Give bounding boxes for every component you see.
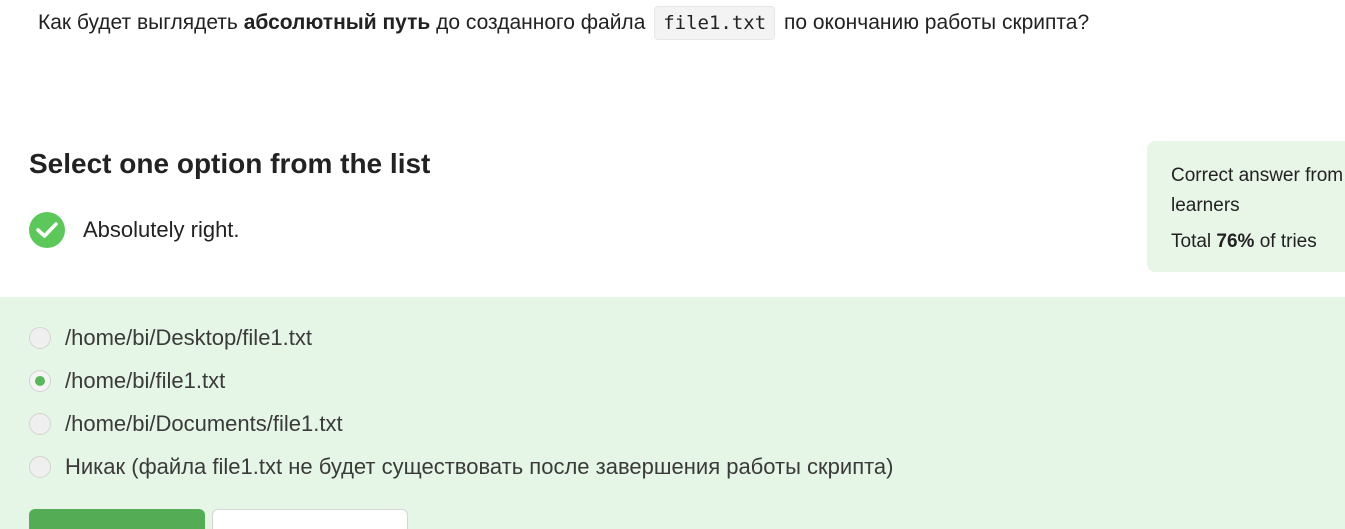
quiz-page: Как будет выглядеть абсолютный путь до с… bbox=[0, 0, 1345, 529]
radio-dot bbox=[35, 376, 45, 386]
secondary-action-button[interactable] bbox=[212, 509, 408, 529]
radio-button[interactable] bbox=[29, 327, 51, 349]
question-middle: до созданного файла bbox=[430, 11, 652, 34]
result-status: Absolutely right. bbox=[29, 212, 240, 248]
radio-button[interactable] bbox=[29, 456, 51, 478]
option-item[interactable]: Никак (файла file1.txt не будет существо… bbox=[29, 452, 894, 482]
radio-button[interactable] bbox=[29, 413, 51, 435]
result-text: Absolutely right. bbox=[83, 217, 240, 242]
stats-total-prefix: Total bbox=[1171, 231, 1217, 252]
question-text: Как будет выглядеть абсолютный путь до с… bbox=[38, 6, 1089, 40]
question-code: file1.txt bbox=[654, 6, 776, 40]
radio-button-selected[interactable] bbox=[29, 370, 51, 392]
option-item[interactable]: /home/bi/file1.txt bbox=[29, 366, 225, 396]
option-item[interactable]: /home/bi/Documents/file1.txt bbox=[29, 409, 343, 439]
stats-line2: learners bbox=[1171, 195, 1240, 216]
stats-total-suffix: of tries bbox=[1254, 231, 1317, 252]
stats-line1: Correct answer from bbox=[1171, 165, 1344, 186]
option-label: /home/bi/file1.txt bbox=[65, 368, 226, 393]
question-bold: абсолютный путь bbox=[243, 11, 431, 34]
primary-action-button[interactable] bbox=[29, 509, 205, 529]
question-suffix: по окончанию работы скрипта? bbox=[778, 11, 1090, 34]
check-circle-icon bbox=[29, 212, 65, 248]
stats-panel: Correct answer from learners Total 76% o… bbox=[1147, 141, 1345, 272]
option-label: /home/bi/Documents/file1.txt bbox=[65, 411, 343, 436]
checkmark-glyph bbox=[36, 222, 58, 238]
option-label: Никак (файла file1.txt не будет существо… bbox=[65, 454, 894, 479]
option-item[interactable]: /home/bi/Desktop/file1.txt bbox=[29, 323, 312, 353]
select-title: Select one option from the list bbox=[29, 148, 431, 179]
question-prefix: Как будет выглядеть bbox=[38, 11, 244, 34]
stats-total-value: 76% bbox=[1216, 231, 1255, 252]
option-label: /home/bi/Desktop/file1.txt bbox=[65, 325, 313, 350]
stats-total: Total 76% of tries bbox=[1171, 227, 1345, 257]
